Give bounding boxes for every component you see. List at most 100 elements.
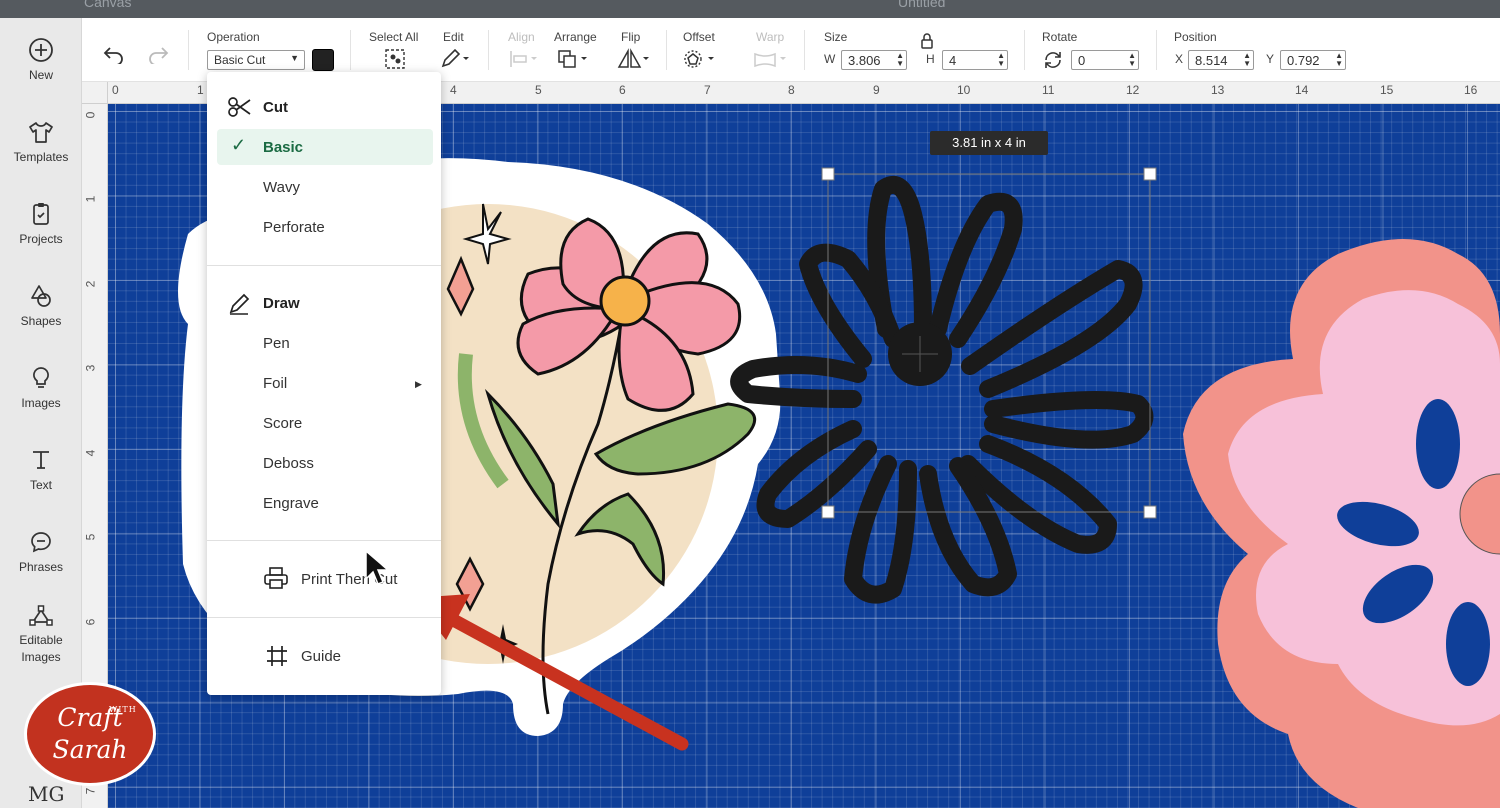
sidebar-item-new[interactable]: New xyxy=(0,36,82,84)
ruler-mark: 16 xyxy=(1464,83,1478,97)
pencil-edit-icon[interactable] xyxy=(440,48,470,70)
sidebar-item-editable-images[interactable]: Editable Images xyxy=(0,602,82,666)
submenu-arrow-icon: ▶ xyxy=(415,379,422,389)
arrange-label: Arrange xyxy=(554,30,597,44)
speech-bubble-icon xyxy=(31,532,51,553)
rotate-icon[interactable] xyxy=(1042,49,1064,71)
operation-option-score[interactable]: Score xyxy=(263,415,302,432)
arrange-icon[interactable] xyxy=(556,48,590,70)
operation-label: Operation xyxy=(207,30,260,44)
ruler-mark: 15 xyxy=(1380,83,1394,97)
operation-value: Basic Cut xyxy=(214,53,266,67)
text-t-icon xyxy=(33,451,49,469)
sidebar-item-phrases[interactable]: Phrases xyxy=(0,528,82,576)
size-width-input[interactable]: 3.806 ▲ ▼ xyxy=(841,50,907,70)
titlebar-left-text: Canvas xyxy=(84,0,132,10)
ruler-mark: 6 xyxy=(83,618,98,626)
shapes-icon xyxy=(31,285,51,307)
flip-label: Flip xyxy=(621,30,641,44)
ruler-mark: 14 xyxy=(1295,83,1309,97)
ruler-mark: 6 xyxy=(619,83,626,97)
window-titlebar: Canvas Untitled xyxy=(0,0,1500,18)
operation-color-swatch[interactable] xyxy=(312,49,334,71)
sidebar-item-label: New xyxy=(28,68,53,82)
ruler-mark: 0 xyxy=(83,111,98,119)
sidebar-item-label-line2: Images xyxy=(21,650,61,664)
size-height-input[interactable]: 4 ▲ ▼ xyxy=(942,50,1008,70)
menu-divider xyxy=(207,617,441,618)
operation-option-label: Basic xyxy=(263,139,304,156)
ruler-mark: 4 xyxy=(83,449,98,457)
size-label: Size xyxy=(824,30,848,44)
shirt-icon xyxy=(29,122,53,143)
rotate-label: Rotate xyxy=(1042,30,1078,44)
daisy-outline-image[interactable] xyxy=(730,176,1154,604)
operation-option-wavy[interactable]: Wavy xyxy=(263,179,300,196)
scissors-icon xyxy=(228,97,251,117)
pink-flower-image[interactable] xyxy=(1183,239,1500,808)
operation-select[interactable]: Basic Cut ▼ xyxy=(207,50,305,70)
mouse-pointer-icon xyxy=(365,549,390,585)
undo-icon[interactable] xyxy=(102,44,126,64)
sidebar-item-images[interactable]: Images xyxy=(0,364,82,412)
guide-grid-icon xyxy=(267,646,287,666)
operation-option-perforate[interactable]: Perforate xyxy=(263,219,325,236)
ruler-mark: 8 xyxy=(788,83,795,97)
operation-dropdown-menu: Cut ✓ Basic Wavy Perforate Draw Pen Foil… xyxy=(207,72,441,695)
operation-option-foil[interactable]: Foil xyxy=(263,375,287,392)
ruler-mark: 2 xyxy=(83,280,98,288)
flip-icon[interactable] xyxy=(616,48,652,70)
plus-circle-icon xyxy=(29,38,53,62)
logo-text-line2: Sarah xyxy=(52,735,128,764)
align-icon[interactable] xyxy=(508,48,540,70)
craft-with-sarah-logo: Craft WITH Sarah xyxy=(24,682,156,786)
sidebar-item-label: Templates xyxy=(13,150,69,164)
ruler-mark: 12 xyxy=(1126,83,1140,97)
checkmark-icon: ✓ xyxy=(231,135,247,155)
stepper-icon: ▲ ▼ xyxy=(997,51,1005,68)
logo-text-with: WITH xyxy=(109,705,137,714)
sidebar-item-shapes[interactable]: Shapes xyxy=(0,282,82,330)
warp-label: Warp xyxy=(756,30,785,44)
sidebar-item-projects[interactable]: Projects xyxy=(0,200,82,248)
rotate-input[interactable]: 0 ▲ ▼ xyxy=(1071,50,1139,70)
position-x-input[interactable]: 8.514 ▲ ▼ xyxy=(1188,50,1254,70)
lightbulb-icon xyxy=(33,367,49,388)
ruler-mark: 9 xyxy=(873,83,880,97)
editable-image-icon xyxy=(29,605,53,626)
sidebar-item-text[interactable]: Text xyxy=(0,446,82,494)
size-height-value: 4 xyxy=(949,53,957,68)
operation-option-engrave[interactable]: Engrave xyxy=(263,495,319,512)
ruler-mark: 4 xyxy=(450,83,457,97)
position-x-value: 8.514 xyxy=(1195,53,1228,68)
lock-icon[interactable] xyxy=(920,33,934,49)
operation-option-pen[interactable]: Pen xyxy=(263,335,290,352)
sidebar-item-label: Shapes xyxy=(20,314,62,328)
position-label: Position xyxy=(1174,30,1217,44)
offset-label: Offset xyxy=(683,30,715,44)
menu-divider xyxy=(207,540,441,541)
stepper-icon: ▲ ▼ xyxy=(1243,51,1251,68)
ruler-mark: 7 xyxy=(704,83,711,97)
operation-option-guide[interactable]: Guide xyxy=(207,634,441,674)
sidebar-item-templates[interactable]: Templates xyxy=(0,118,82,166)
position-y-input[interactable]: 0.792 ▲ ▼ xyxy=(1280,50,1346,70)
operation-option-deboss[interactable]: Deboss xyxy=(263,455,314,472)
sidebar-item-label: Text xyxy=(29,478,52,492)
offset-icon[interactable] xyxy=(682,48,718,70)
select-all-icon[interactable] xyxy=(384,48,406,70)
pen-draw-icon xyxy=(229,293,250,315)
warp-icon[interactable] xyxy=(752,48,790,70)
sidebar-item-label: Phrases xyxy=(18,560,64,574)
ruler-corner xyxy=(82,82,108,104)
select-all-label: Select All xyxy=(369,30,419,44)
size-width-value: 3.806 xyxy=(848,53,881,68)
ruler-mark: 13 xyxy=(1211,83,1225,97)
operation-option-print-then-cut[interactable]: Print Then Cut xyxy=(207,556,441,596)
stepper-icon: ▲ ▼ xyxy=(896,51,904,68)
operation-option-basic[interactable]: ✓ Basic xyxy=(217,129,433,165)
rotate-value: 0 xyxy=(1078,53,1086,68)
redo-icon[interactable] xyxy=(146,44,170,64)
stepper-icon: ▲ ▼ xyxy=(1335,51,1343,68)
align-label: Align xyxy=(508,30,535,44)
